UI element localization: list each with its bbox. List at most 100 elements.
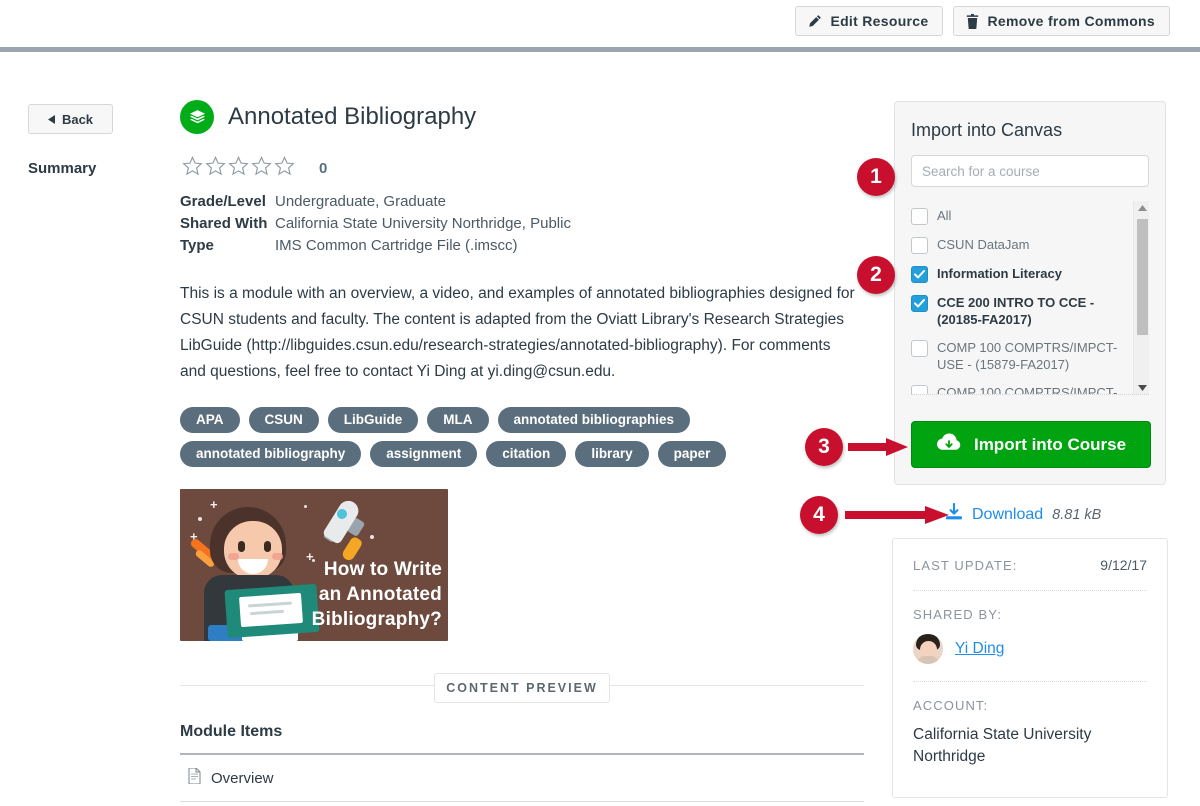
edit-resource-label: Edit Resource	[830, 13, 929, 29]
shared-by-user-link[interactable]: Yi Ding	[955, 640, 1004, 658]
star-rating[interactable]	[182, 155, 295, 181]
meta-row: Type IMS Common Cartridge File (.imscc)	[180, 235, 870, 257]
meta-key: Grade/Level	[180, 193, 266, 210]
course-list-scrollbar[interactable]	[1133, 201, 1149, 394]
resource-description: This is a module with an overview, a vid…	[180, 285, 855, 380]
last-update-row: LAST UPDATE: 9/12/17	[913, 557, 1147, 573]
tag-item[interactable]: citation	[486, 441, 567, 467]
star-icon[interactable]	[228, 155, 249, 181]
module-items-heading: Module Items	[180, 723, 283, 740]
module-icon	[180, 100, 214, 134]
course-option[interactable]: CCE 200 INTRO TO CCE - (20185-FA2017)	[911, 288, 1129, 333]
content-preview-chip: CONTENT PREVIEW	[434, 673, 610, 703]
annotation-badge-3: 3	[805, 428, 843, 466]
meta-value: California State University Northridge, …	[275, 215, 571, 232]
rating-count: 0	[319, 160, 328, 177]
meta-value: Undergraduate, Graduate	[275, 193, 446, 210]
tag-item[interactable]: MLA	[427, 407, 489, 433]
account-label: ACCOUNT:	[913, 698, 989, 713]
list-item[interactable]: A Short Video - What's an Annotated Bibl…	[180, 801, 864, 806]
main-content: Annotated Bibliography 0 Grade/Level Und…	[180, 100, 870, 806]
star-icon[interactable]	[182, 155, 203, 181]
rating-row: 0	[182, 155, 870, 181]
document-icon	[188, 767, 201, 788]
resource-info-card: LAST UPDATE: 9/12/17 SHARED BY: Yi Ding …	[892, 538, 1168, 798]
course-option[interactable]: CSUN DataJam	[911, 230, 1129, 259]
meta-row: Shared With California State University …	[180, 213, 870, 235]
scroll-down-icon[interactable]	[1134, 381, 1149, 394]
course-option[interactable]: COMP 100 COMPTRS/IMPCT-USE - (16101-1587…	[911, 378, 1129, 395]
course-list[interactable]: All CSUN DataJam Information Literacy CC…	[911, 201, 1149, 395]
last-update-label: LAST UPDATE:	[913, 558, 1018, 573]
course-label: All	[937, 208, 952, 223]
resource-thumbnail[interactable]: + + + How to Write an Annotated Bibliogr…	[180, 489, 448, 641]
list-item[interactable]: Overview	[180, 753, 864, 801]
import-panel-title: Import into Canvas	[911, 120, 1063, 140]
resource-meta: Grade/Level Undergraduate, Graduate Shar…	[180, 191, 870, 257]
edit-resource-button[interactable]: Edit Resource	[795, 6, 944, 36]
tag-item[interactable]: APA	[180, 407, 240, 433]
thumbnail-caption: How to Write an Annotated Bibliography?	[290, 557, 442, 632]
course-checkbox[interactable]	[911, 208, 928, 225]
module-item-label: Overview	[211, 769, 274, 787]
resource-title-row: Annotated Bibliography	[180, 100, 870, 134]
star-icon[interactable]	[205, 155, 226, 181]
back-label: Back	[61, 111, 94, 127]
import-into-course-button[interactable]: Import into Course	[911, 421, 1151, 468]
resource-detail-page: Edit Resource Remove from Commons Back S…	[0, 0, 1200, 806]
tag-item[interactable]: annotated bibliography	[180, 441, 362, 467]
course-checkbox[interactable]	[911, 340, 928, 357]
meta-key: Shared With	[180, 215, 268, 232]
course-checkbox-checked[interactable]	[911, 266, 928, 283]
scroll-up-icon[interactable]	[1134, 201, 1149, 215]
star-icon[interactable]	[274, 155, 295, 181]
tag-item[interactable]: annotated bibliographies	[497, 407, 691, 433]
pencil-icon	[808, 14, 822, 28]
course-option[interactable]: COMP 100 COMPTRS/IMPCT-USE - (15879-FA20…	[911, 333, 1129, 378]
course-label: COMP 100 COMPTRS/IMPCT-USE - (15879-FA20…	[937, 340, 1118, 372]
course-option[interactable]: Information Literacy	[911, 259, 1129, 288]
meta-value: IMS Common Cartridge File (.imscc)	[275, 237, 518, 254]
meta-row: Grade/Level Undergraduate, Graduate	[180, 191, 870, 213]
module-items-list: Overview A Short Video - What's an Annot…	[180, 753, 864, 806]
summary-heading: Summary	[28, 160, 97, 177]
course-option[interactable]: All	[911, 201, 1129, 230]
import-button-label: Import into Course	[973, 434, 1127, 454]
meta-key: Type	[180, 237, 214, 254]
course-checkbox-checked[interactable]	[911, 295, 928, 312]
tag-list: APA CSUN LibGuide MLA annotated bibliogr…	[180, 407, 780, 467]
annotation-badge-4: 4	[800, 496, 838, 534]
account-value: California State University Northridge	[913, 726, 1092, 765]
remove-from-commons-button[interactable]: Remove from Commons	[953, 6, 1170, 36]
back-button[interactable]: Back	[28, 104, 113, 134]
tag-item[interactable]: assignment	[370, 441, 478, 467]
annotation-arrow-4	[845, 506, 949, 524]
scrollbar-thumb[interactable]	[1137, 219, 1148, 335]
annotation-arrow-3	[848, 438, 908, 456]
course-label: CSUN DataJam	[937, 237, 1030, 252]
course-label: CCE 200 INTRO TO CCE - (20185-FA2017)	[937, 295, 1095, 327]
course-checkbox[interactable]	[911, 237, 928, 254]
course-checkbox[interactable]	[911, 385, 928, 394]
trash-icon	[966, 13, 979, 29]
tag-item[interactable]: library	[575, 441, 649, 467]
star-icon[interactable]	[251, 155, 272, 181]
annotation-badge-1: 1	[857, 158, 895, 196]
shared-by-row: Yi Ding	[913, 634, 1147, 664]
download-link[interactable]: Download	[972, 506, 1043, 524]
download-size: 8.81 kB	[1052, 506, 1102, 523]
tag-item[interactable]: CSUN	[248, 407, 319, 433]
toolbar-buttons: Edit Resource Remove from Commons	[795, 6, 1170, 36]
tag-item[interactable]: LibGuide	[327, 407, 419, 433]
divider	[913, 681, 1147, 682]
shared-by-label: SHARED BY:	[913, 607, 1003, 622]
content-preview-section: CONTENT PREVIEW Module Items Overview A …	[180, 673, 864, 806]
thumbnail-caption-line2: an Annotated	[318, 584, 442, 605]
download-row: Download 8.81 kB	[945, 502, 1102, 526]
search-course-input[interactable]	[911, 155, 1149, 187]
remove-from-commons-label: Remove from Commons	[987, 13, 1155, 29]
divider	[913, 590, 1147, 591]
course-label: COMP 100 COMPTRS/IMPCT-USE - (16101-1587…	[937, 385, 1118, 395]
tag-item[interactable]: paper	[657, 441, 727, 467]
thumbnail-caption-line3: Bibliography?	[311, 609, 442, 630]
